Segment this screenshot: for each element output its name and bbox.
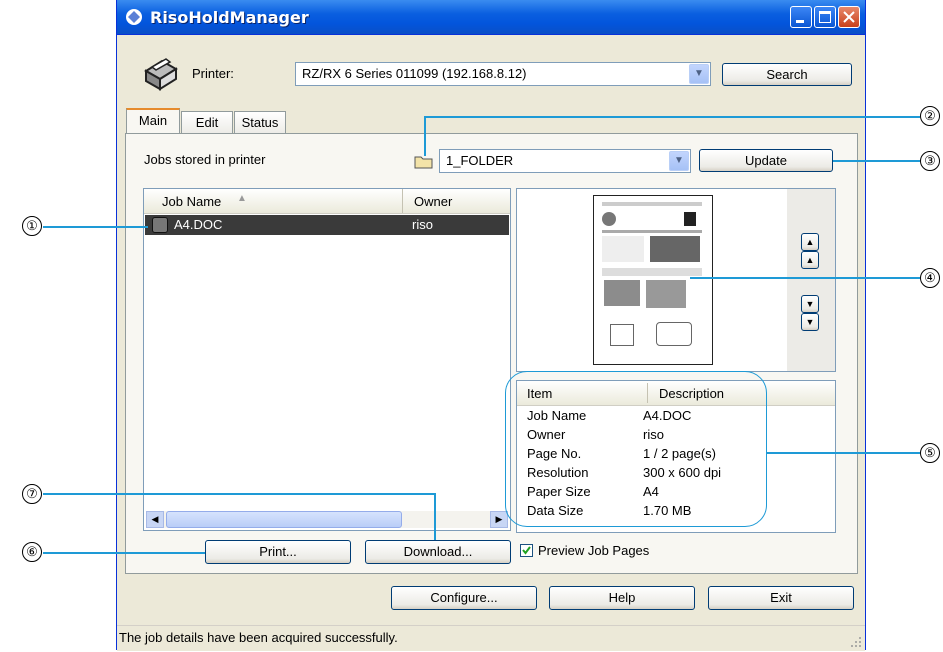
app-logo-icon <box>126 9 142 25</box>
thumbnail-graphic <box>684 212 696 226</box>
callout-line <box>767 452 920 454</box>
details-highlight-outline <box>505 371 767 527</box>
callout-line <box>424 116 920 118</box>
next-page-button[interactable]: ▼ <box>801 295 819 313</box>
callout-marker: ① <box>22 216 42 236</box>
configure-button[interactable]: Configure... <box>391 586 537 610</box>
status-bar: The job details have been acquired succe… <box>117 625 865 651</box>
thumbnail-text-line <box>602 268 702 276</box>
folder-selected-value: 1_FOLDER <box>446 153 514 168</box>
update-button[interactable]: Update <box>699 149 833 172</box>
maximize-icon <box>819 11 831 23</box>
download-button[interactable]: Download... <box>365 540 511 564</box>
status-text: The job details have been acquired succe… <box>119 630 398 645</box>
folder-icon <box>414 156 433 169</box>
chevron-down-icon[interactable]: ▼ <box>689 64 709 84</box>
resize-grip-icon[interactable] <box>848 634 862 648</box>
page-nav-strip <box>787 189 835 371</box>
prev-page-button[interactable]: ▲ <box>801 251 819 269</box>
callout-marker: ⑥ <box>22 542 42 562</box>
job-list[interactable]: Job Name ▲ Owner A4.DOC riso ◀ ▶ <box>143 188 511 531</box>
scroll-left-button[interactable]: ◀ <box>146 511 164 528</box>
column-owner[interactable]: Owner <box>414 194 452 209</box>
horizontal-scroll-thumb[interactable] <box>166 511 402 528</box>
callout-line <box>833 160 920 162</box>
printer-label: Printer: <box>192 66 234 81</box>
minimize-button[interactable] <box>790 6 812 28</box>
thumbnail-chart <box>650 236 700 262</box>
tab-status[interactable]: Status <box>234 111 286 134</box>
thumbnail-printer-image <box>610 324 634 346</box>
preview-checkbox[interactable] <box>520 544 533 557</box>
callout-line <box>434 493 436 540</box>
jobs-stored-label: Jobs stored in printer <box>144 152 266 167</box>
printer-icon <box>144 58 178 91</box>
tab-main[interactable]: Main <box>126 108 180 134</box>
chevron-down-icon[interactable]: ▼ <box>669 151 689 171</box>
callout-marker: ④ <box>920 268 940 288</box>
checkmark-icon <box>522 546 531 555</box>
callout-marker: ⑦ <box>22 484 42 504</box>
tab-edit[interactable]: Edit <box>181 111 233 134</box>
close-button[interactable] <box>838 6 860 28</box>
thumbnail-printer-image <box>656 322 692 346</box>
preview-page-thumbnail <box>593 195 713 365</box>
callout-line <box>43 226 148 228</box>
callout-line <box>43 552 205 554</box>
minimize-icon <box>796 20 804 23</box>
thumbnail-text-block <box>602 236 644 262</box>
callout-line <box>43 493 435 495</box>
preview-checkbox-label[interactable]: Preview Job Pages <box>538 543 649 558</box>
callout-line <box>424 116 426 156</box>
thumbnail-text-line <box>602 230 702 233</box>
exit-button[interactable]: Exit <box>708 586 854 610</box>
callout-marker: ③ <box>920 151 940 171</box>
job-name-cell: A4.DOC <box>174 217 223 232</box>
callout-marker: ⑤ <box>920 443 940 463</box>
print-button[interactable]: Print... <box>205 540 351 564</box>
last-page-button[interactable]: ▼ <box>801 313 819 331</box>
callout-marker: ② <box>920 106 940 126</box>
callout-line <box>690 277 920 279</box>
page-preview: ▲ ▲ ▼ ▼ <box>516 188 836 372</box>
search-button[interactable]: Search <box>722 63 852 86</box>
thumbnail-bar-chart <box>604 280 640 306</box>
job-owner-cell: riso <box>412 217 433 232</box>
folder-select[interactable]: 1_FOLDER ▼ <box>439 149 691 173</box>
thumbnail-logo <box>602 212 616 226</box>
thumbnail-heading-line <box>602 202 702 206</box>
help-button[interactable]: Help <box>549 586 695 610</box>
column-job-name[interactable]: Job Name <box>162 194 221 209</box>
column-divider[interactable] <box>402 189 403 213</box>
scroll-right-button[interactable]: ▶ <box>490 511 508 528</box>
first-page-button[interactable]: ▲ <box>801 233 819 251</box>
job-document-icon <box>152 217 168 233</box>
window-title: RisoHoldManager <box>150 8 309 27</box>
close-icon <box>843 11 855 23</box>
thumbnail-bar-chart <box>646 280 686 308</box>
maximize-button[interactable] <box>814 6 836 28</box>
printer-select[interactable]: RZ/RX 6 Series 011099 (192.168.8.12) ▼ <box>295 62 711 86</box>
sort-ascending-icon: ▲ <box>237 193 247 204</box>
printer-selected-value: RZ/RX 6 Series 011099 (192.168.8.12) <box>302 66 527 81</box>
